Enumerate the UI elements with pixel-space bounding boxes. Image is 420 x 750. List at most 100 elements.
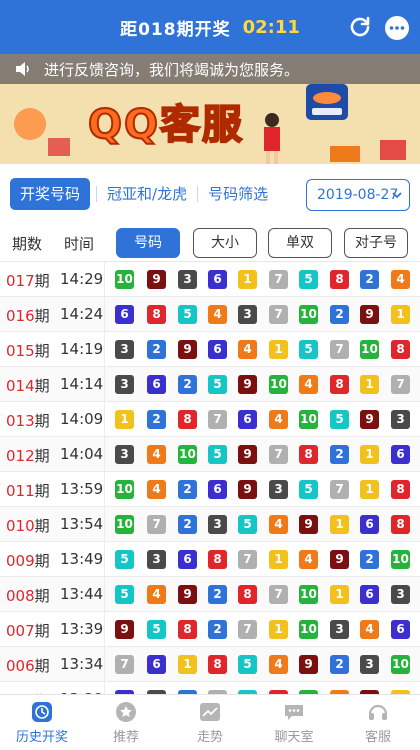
number-ball: 2 bbox=[330, 445, 349, 464]
number-ball: 4 bbox=[299, 375, 318, 394]
speaker-icon bbox=[16, 62, 29, 76]
tab-number-filter[interactable]: 号码筛选 bbox=[198, 178, 278, 210]
number-ball: 1 bbox=[391, 305, 410, 324]
number-ball: 4 bbox=[391, 270, 410, 289]
number-ball: 8 bbox=[208, 550, 227, 569]
refresh-icon[interactable] bbox=[348, 15, 372, 39]
draw-time: 14:19 bbox=[60, 340, 104, 358]
number-ball: 10 bbox=[391, 550, 410, 569]
number-ball: 6 bbox=[391, 620, 410, 639]
number-ball: 10 bbox=[299, 620, 318, 639]
draw-time: 13:34 bbox=[60, 655, 104, 673]
period-suffix: 期 bbox=[34, 447, 50, 465]
nav-customer-service[interactable]: 客服 bbox=[336, 695, 420, 750]
draw-time: 14:04 bbox=[60, 445, 104, 463]
number-ball: 8 bbox=[391, 480, 410, 499]
number-ball: 10 bbox=[115, 480, 134, 499]
number-ball: 8 bbox=[208, 655, 227, 674]
notice-text: 进行反馈咨询，我们将竭诚为您服务。 bbox=[44, 60, 300, 79]
nav-history[interactable]: 历史开奖 bbox=[0, 695, 84, 750]
number-ball: 9 bbox=[178, 340, 197, 359]
number-ball: 3 bbox=[391, 410, 410, 429]
number-ball: 8 bbox=[238, 585, 257, 604]
tab-draw-numbers[interactable]: 开奖号码 bbox=[10, 178, 91, 210]
mode-pair[interactable]: 对子号 bbox=[344, 228, 408, 258]
more-menu-icon[interactable] bbox=[384, 15, 410, 41]
draw-time: 14:14 bbox=[60, 375, 104, 393]
number-ball: 2 bbox=[178, 375, 197, 394]
number-ball: 1 bbox=[360, 445, 379, 464]
nav-recommend[interactable]: 推荐 bbox=[84, 695, 168, 750]
number-ball: 4 bbox=[269, 410, 288, 429]
number-ball: 10 bbox=[299, 410, 318, 429]
date-value: 2019-08-27 bbox=[317, 187, 399, 203]
period-cell: 017期 bbox=[6, 270, 50, 291]
number-ball: 9 bbox=[115, 620, 134, 639]
number-ball: 9 bbox=[360, 305, 379, 324]
number-ball: 7 bbox=[269, 270, 288, 289]
table-row: 007期 13:39 9 5 8 2 7 1 10 3 4 6 bbox=[0, 612, 420, 647]
number-ball: 3 bbox=[178, 270, 197, 289]
number-ball: 5 bbox=[178, 305, 197, 324]
number-ball: 1 bbox=[269, 550, 288, 569]
nav-chat-room[interactable]: 聊天室 bbox=[252, 695, 336, 750]
bottom-nav: 历史开奖 推荐 走势 聊天室 客服 bbox=[0, 694, 420, 750]
number-ball: 4 bbox=[238, 340, 257, 359]
period-number: 015 bbox=[6, 342, 35, 360]
number-ball: 7 bbox=[238, 620, 257, 639]
number-ball: 2 bbox=[208, 585, 227, 604]
number-ball: 2 bbox=[178, 515, 197, 534]
number-ball: 5 bbox=[208, 445, 227, 464]
period-suffix: 期 bbox=[34, 482, 50, 500]
number-ball: 9 bbox=[238, 375, 257, 394]
nav-label: 客服 bbox=[364, 730, 391, 745]
number-ball: 1 bbox=[269, 340, 288, 359]
column-divider bbox=[104, 472, 105, 506]
number-ball: 5 bbox=[115, 550, 134, 569]
number-ball: 7 bbox=[330, 340, 349, 359]
number-ball: 7 bbox=[238, 550, 257, 569]
mode-number[interactable]: 号码 bbox=[116, 228, 180, 258]
countdown-timer: 02:11 bbox=[242, 16, 300, 38]
number-ball: 3 bbox=[391, 585, 410, 604]
date-picker[interactable]: 2019-08-27 bbox=[306, 179, 410, 211]
number-ball: 2 bbox=[178, 480, 197, 499]
number-ball: 8 bbox=[299, 445, 318, 464]
number-ball: 10 bbox=[391, 655, 410, 674]
chat-bubble-icon bbox=[285, 705, 303, 720]
number-ball: 4 bbox=[299, 550, 318, 569]
number-ball: 8 bbox=[391, 340, 410, 359]
number-ball: 7 bbox=[269, 305, 288, 324]
mode-size[interactable]: 大小 bbox=[193, 228, 257, 258]
number-ball: 5 bbox=[299, 270, 318, 289]
period-number: 010 bbox=[6, 517, 35, 535]
number-ball: 5 bbox=[238, 515, 257, 534]
period-cell: 010期 bbox=[6, 515, 50, 536]
number-ball: 2 bbox=[360, 270, 379, 289]
number-ball: 5 bbox=[299, 340, 318, 359]
number-ball: 2 bbox=[330, 305, 349, 324]
number-ball: 6 bbox=[391, 445, 410, 464]
period-cell: 013期 bbox=[6, 410, 50, 431]
number-ball: 8 bbox=[178, 620, 197, 639]
period-suffix: 期 bbox=[34, 307, 50, 325]
number-ball: 6 bbox=[360, 585, 379, 604]
tab-sum-dragon-tiger[interactable]: 冠亚和/龙虎 bbox=[97, 178, 197, 210]
number-ball: 1 bbox=[330, 585, 349, 604]
period-number: 014 bbox=[6, 377, 35, 395]
number-ball: 10 bbox=[269, 375, 288, 394]
number-ball: 5 bbox=[208, 375, 227, 394]
table-row: 005期13:2963275810491 bbox=[0, 682, 420, 694]
number-ball: 7 bbox=[330, 480, 349, 499]
app-header: 距018期开奖 02:11 bbox=[0, 0, 420, 54]
mode-odd-even[interactable]: 单双 bbox=[268, 228, 332, 258]
column-divider bbox=[104, 577, 105, 611]
table-header: 期数 时间 号码 大小 单双 对子号 bbox=[0, 224, 420, 262]
chevron-down-icon bbox=[392, 192, 402, 199]
nav-trend[interactable]: 走势 bbox=[168, 695, 252, 750]
promo-banner[interactable]: 进行反馈咨询，我们将竭诚为您服务。 QQ客服 bbox=[0, 54, 420, 164]
table-row: 015期 14:19 3 2 9 6 4 1 5 7 10 8 bbox=[0, 332, 420, 367]
period-suffix: 期 bbox=[34, 342, 50, 360]
period-suffix: 期 bbox=[34, 517, 50, 535]
table-row: 017期 14:29 10 9 3 6 1 7 5 8 2 4 bbox=[0, 262, 420, 297]
